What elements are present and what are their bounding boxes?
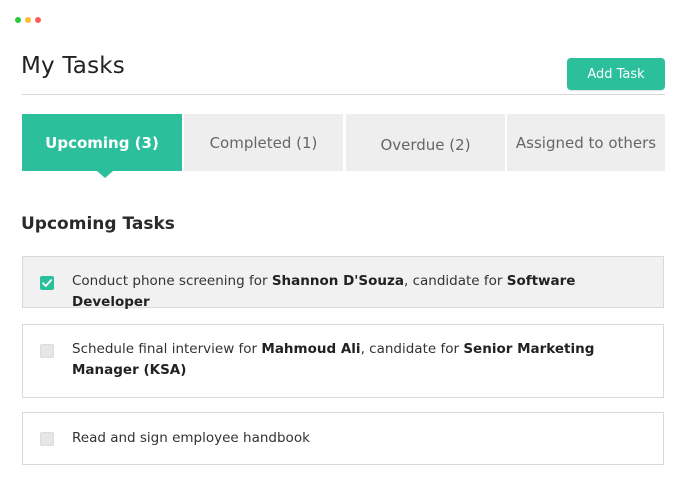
page-title: My Tasks — [21, 53, 125, 79]
tab-completed[interactable]: Completed (1) — [184, 114, 343, 171]
header-divider — [22, 94, 665, 95]
task-text: Schedule final interview for Mahmoud Ali… — [72, 339, 603, 381]
candidate-name: Mahmoud Ali — [261, 341, 361, 357]
task-item: Schedule final interview for Mahmoud Ali… — [22, 324, 664, 398]
tab-overdue[interactable]: Overdue (2) — [346, 114, 505, 171]
task-text: Read and sign employee handbook — [72, 428, 603, 449]
task-text-part: Conduct phone screening for — [72, 273, 272, 289]
task-checkbox[interactable] — [40, 344, 54, 358]
close-dot-icon[interactable] — [35, 17, 41, 23]
task-item: Conduct phone screening for Shannon D'So… — [22, 256, 664, 310]
maximize-dot-icon[interactable] — [15, 17, 21, 23]
add-task-button[interactable]: Add Task — [567, 58, 665, 90]
tab-upcoming[interactable]: Upcoming (3) — [22, 114, 182, 171]
task-checkbox[interactable] — [40, 276, 54, 290]
task-text-part: , candidate for — [360, 341, 464, 357]
task-item: Read and sign employee handbook — [22, 412, 664, 465]
task-text-part: Read and sign employee handbook — [72, 430, 310, 446]
task-checkbox[interactable] — [40, 432, 54, 446]
window-controls — [15, 17, 41, 23]
task-text-part: Schedule final interview for — [72, 341, 262, 357]
active-tab-caret-icon — [97, 171, 113, 178]
tab-assigned-to-others[interactable]: Assigned to others — [507, 114, 665, 171]
app-window: My Tasks Add Task Upcoming (3) Completed… — [0, 0, 691, 487]
section-title: Upcoming Tasks — [21, 214, 175, 234]
checkmark-icon — [42, 279, 52, 287]
minimize-dot-icon[interactable] — [25, 17, 31, 23]
task-text-part: , candidate for — [403, 273, 507, 289]
candidate-name: Shannon D'Souza — [271, 273, 404, 289]
task-text: Conduct phone screening for Shannon D'So… — [72, 271, 603, 313]
